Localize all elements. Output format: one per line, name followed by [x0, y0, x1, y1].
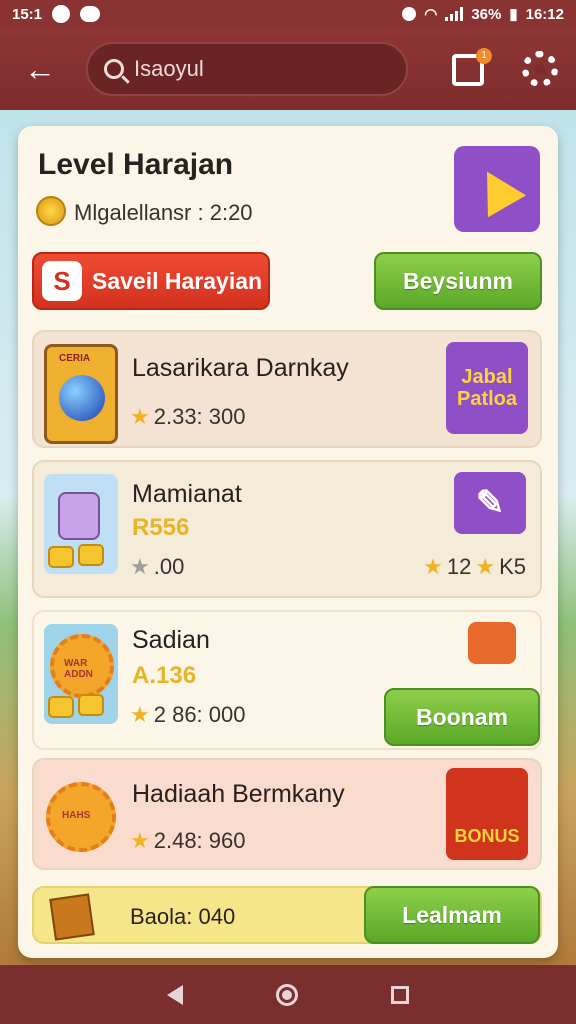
search-input[interactable]: Isaoyul — [86, 42, 408, 96]
level-card: Level Harajan Mlgalellansr : 2:20 S Save… — [18, 126, 558, 958]
save-harayian-button[interactable]: S Saveil Harayian — [32, 252, 270, 310]
list-item[interactable]: HAHS Hadiaah Bermkany ★ 2.48: 960 BONUS — [32, 758, 542, 870]
item-price: A.136 — [132, 662, 197, 689]
nav-home-icon[interactable] — [275, 983, 298, 1006]
thumb-label: WAR ADDN — [64, 658, 93, 680]
thumb-label: HAHS — [62, 810, 91, 821]
level-subtitle: Mlgalellansr : 2:20 — [74, 200, 253, 225]
beysiunm-button[interactable]: Beysiunm — [374, 252, 542, 310]
wifi-icon: ◠ — [424, 6, 438, 23]
horn-icon[interactable] — [454, 146, 540, 232]
back-arrow-icon[interactable]: ← — [18, 47, 62, 91]
status-bar: 15:1 ◠ 36% ▮ 16:12 — [0, 0, 576, 28]
item-name: Hadiaah Bermkany — [132, 780, 345, 808]
box-icon — [49, 893, 95, 941]
search-text: Isaoyul — [134, 56, 204, 81]
list-item[interactable]: CERIA Lasarikara Darnkay ★ 2.33: 300 Jab… — [32, 330, 542, 448]
star-icon: ★ — [130, 404, 150, 429]
pencil-icon[interactable]: ✎ — [454, 472, 526, 534]
notification-button[interactable]: 1 — [450, 48, 492, 88]
item-meta-text: .00 — [153, 554, 185, 579]
badge-thumbnail-icon: HAHS — [44, 772, 118, 872]
item-meta-text: 2 86: 000 — [153, 702, 246, 727]
balance-text: Baola: 040 — [130, 904, 236, 929]
bonus-icon[interactable]: BONUS — [446, 768, 528, 860]
star-icon: ★ — [130, 702, 150, 727]
signal-icon — [445, 7, 464, 21]
item-price: R556 — [132, 514, 190, 541]
item-meta: ★ .00 — [130, 554, 184, 580]
app-status-icon — [52, 5, 71, 23]
battery-text: 36% — [471, 5, 502, 23]
star-icon: ★ — [423, 554, 443, 579]
list-item[interactable]: Mamianat R556 ★ .00 ✎ ★ 12 ★ K5 — [32, 460, 542, 598]
sunburst-thumbnail-icon: WAR ADDN — [44, 624, 118, 724]
item-name: Mamianat — [132, 480, 242, 508]
rating: ★ 12 ★ K5 — [423, 554, 526, 580]
rating-text: 12 — [446, 554, 472, 579]
chat-status-icon — [80, 6, 101, 22]
list-item[interactable]: WAR ADDN Sadian A.136 ★ 2 86: 000 Boonam — [32, 610, 542, 750]
coins-icon — [48, 544, 108, 570]
star-icon: ★ — [130, 828, 150, 853]
item-meta-text: 2.48: 960 — [153, 828, 246, 853]
item-meta: ★ 2.33: 300 — [130, 404, 245, 430]
item-name: Sadian — [132, 626, 210, 654]
system-nav-bar — [0, 965, 576, 1024]
coin-icon — [36, 196, 66, 226]
nav-back-icon[interactable] — [166, 984, 183, 1005]
boonam-button-label: Boonam — [416, 703, 508, 730]
item-meta-text: 2.33: 300 — [153, 404, 246, 429]
robot-thumbnail-icon — [44, 474, 118, 574]
battery-icon: ▮ — [509, 6, 518, 23]
thumb-label: CERIA — [59, 353, 91, 364]
rating-value: K5 — [499, 554, 526, 579]
search-icon — [104, 59, 124, 79]
red-button-label: Saveil Harayian — [92, 267, 263, 294]
boonam-button[interactable]: Boonam — [384, 688, 540, 746]
coins-icon — [48, 694, 108, 720]
blue-gem-icon — [59, 375, 105, 421]
balance-row: Baola: 040 Lealmam — [32, 886, 542, 944]
tag-icon[interactable] — [468, 622, 516, 664]
nav-recent-apps-icon[interactable] — [391, 985, 410, 1004]
status-time-left: 15:1 — [12, 5, 43, 23]
item-meta: ★ 2.48: 960 — [130, 828, 245, 854]
robot-icon — [58, 492, 100, 540]
gear-icon[interactable] — [522, 51, 558, 87]
gem-thumbnail-icon: CERIA — [44, 344, 118, 444]
lealmam-button[interactable]: Lealmam — [364, 886, 540, 944]
red-button-badge-icon: S — [42, 261, 82, 301]
item-name: Lasarikara Darnkay — [132, 354, 349, 382]
star-icon: ★ — [130, 554, 150, 579]
notification-badge: 1 — [476, 48, 492, 64]
status-time-right: 16:12 — [525, 5, 564, 23]
green-button-label: Beysiunm — [403, 267, 513, 294]
app-bar: ← Isaoyul 1 — [0, 28, 576, 110]
item-meta: ★ 2 86: 000 — [130, 702, 245, 728]
star-icon: ★ — [475, 554, 496, 579]
page-title: Level Harajan — [38, 148, 234, 181]
jabal-patloa-icon[interactable]: Jabal Patloa — [446, 342, 528, 434]
lealmam-button-label: Lealmam — [402, 901, 502, 928]
alarm-icon — [402, 7, 417, 21]
